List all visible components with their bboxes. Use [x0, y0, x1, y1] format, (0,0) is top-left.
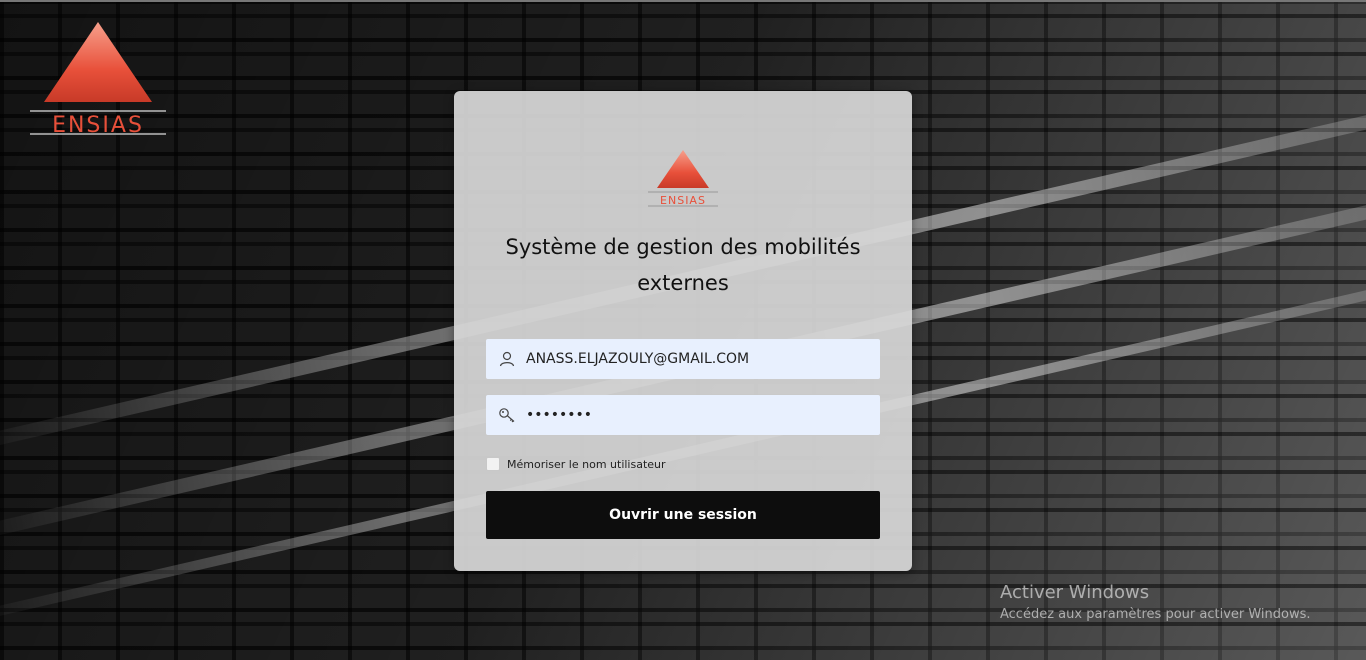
login-page: ENSIAS ENSIAS Système de gestion des mob…: [0, 0, 1366, 660]
username-field[interactable]: [486, 339, 880, 379]
windows-activation-watermark: Activer Windows Accédez aux paramètres p…: [1000, 582, 1360, 622]
key-icon: [499, 408, 515, 423]
ensias-logo: ENSIAS: [648, 150, 718, 207]
svg-text:ENSIAS: ENSIAS: [660, 194, 706, 207]
top-border: [0, 0, 1366, 2]
password-input[interactable]: [526, 395, 866, 435]
remember-label: Mémoriser le nom utilisateur: [507, 457, 666, 471]
username-input[interactable]: [526, 339, 866, 379]
login-card: ENSIAS Système de gestion des mobilités …: [454, 91, 912, 571]
remember-username[interactable]: Mémoriser le nom utilisateur: [486, 456, 666, 472]
remember-checkbox[interactable]: [486, 457, 500, 471]
password-field[interactable]: [486, 395, 880, 435]
ensias-logo: ENSIAS: [30, 22, 166, 138]
page-title: Système de gestion des mobilités externe…: [505, 235, 861, 295]
login-button[interactable]: Ouvrir une session: [486, 491, 880, 539]
activation-title: Activer Windows: [1000, 582, 1150, 603]
user-icon: [499, 351, 515, 367]
activation-subtitle: Accédez aux paramètres pour activer Wind…: [1000, 607, 1311, 622]
